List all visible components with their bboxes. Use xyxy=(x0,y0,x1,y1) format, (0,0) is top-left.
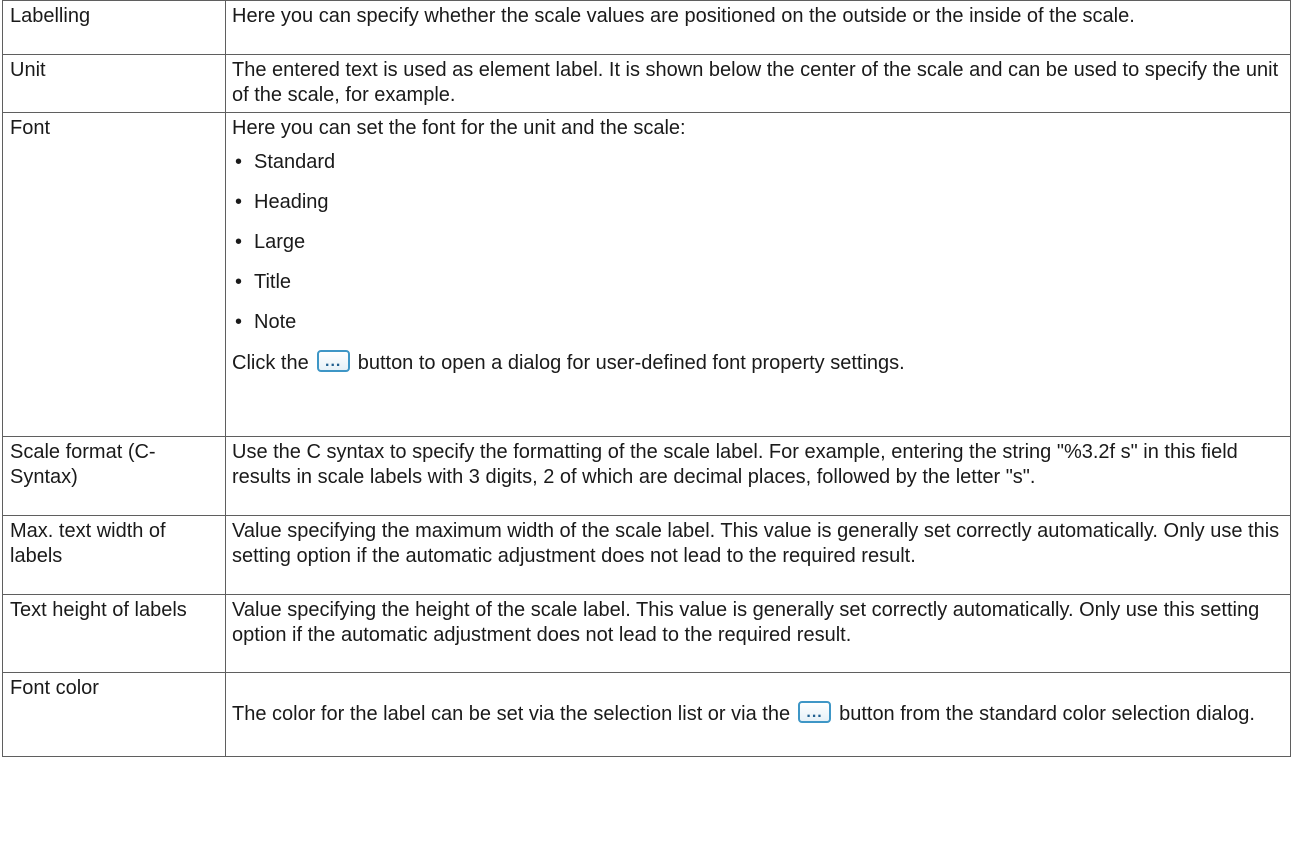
list-item-label: Large xyxy=(254,231,306,253)
property-name: Text height of labels xyxy=(2,594,226,673)
table-row: Scale format (C-Syntax) Use the C syntax… xyxy=(2,436,1291,516)
list-item-label: Heading xyxy=(254,191,329,213)
table-row: Font Here you can set the font for the u… xyxy=(2,112,1291,437)
list-item: • Standard xyxy=(232,150,1284,190)
description-text-after: button from the standard color selection… xyxy=(839,703,1255,725)
table-row: Max. text width of labels Value specifyi… xyxy=(2,515,1291,595)
table-row: Font color The color for the label can b… xyxy=(2,672,1291,757)
list-item: • Heading xyxy=(232,190,1284,230)
ellipsis-button-icon: ... xyxy=(316,350,350,372)
list-item-label: Standard xyxy=(254,151,336,173)
property-name: Scale format (C-Syntax) xyxy=(2,436,226,516)
property-name: Labelling xyxy=(2,0,226,55)
property-description: Value specifying the height of the scale… xyxy=(225,594,1291,673)
bullet: • xyxy=(235,311,243,333)
bullet: • xyxy=(235,151,243,173)
list-item: • Title xyxy=(232,270,1284,310)
property-description: Value specifying the maximum width of th… xyxy=(225,515,1291,595)
property-description: The entered text is used as element labe… xyxy=(225,54,1291,113)
list-item-label: Title xyxy=(254,271,292,293)
table-row: Text height of labels Value specifying t… xyxy=(2,594,1291,673)
description-text-before: The color for the label can be set via t… xyxy=(232,703,791,725)
font-options-list: • Standard • Heading • Large • Title • Note xyxy=(232,150,1284,350)
list-item-label: Note xyxy=(254,311,297,333)
bullet: • xyxy=(235,191,243,213)
bullet: • xyxy=(235,231,243,253)
property-name: Font xyxy=(2,112,226,437)
property-description: Use the C syntax to specify the formatti… xyxy=(225,436,1291,516)
table-row: Labelling Here you can specify whether t… xyxy=(2,0,1291,55)
bullet: • xyxy=(235,271,243,293)
property-name: Max. text width of labels xyxy=(2,515,226,595)
list-item: • Large xyxy=(232,230,1284,270)
hint-text-before: Click the xyxy=(232,352,309,374)
table-row: Unit The entered text is used as element… xyxy=(2,54,1291,113)
property-name: Font color xyxy=(2,672,226,757)
property-description: Here you can specify whether the scale v… xyxy=(225,0,1291,55)
ellipsis-glyph: ... xyxy=(325,353,342,370)
font-dialog-hint: Click the... button to open a dialog for … xyxy=(232,350,1284,376)
property-name: Unit xyxy=(2,54,226,113)
list-item: • Note xyxy=(232,310,1284,350)
property-description-cell: The color for the label can be set via t… xyxy=(225,672,1291,757)
ellipsis-glyph: ... xyxy=(806,704,823,721)
properties-table: Labelling Here you can specify whether t… xyxy=(2,0,1291,757)
property-description-cell: Here you can set the font for the unit a… xyxy=(225,112,1291,437)
ellipsis-button-icon: ... xyxy=(798,701,832,723)
hint-text-after: button to open a dialog for user-defined… xyxy=(357,352,905,374)
property-description: Here you can set the font for the unit a… xyxy=(232,117,686,139)
